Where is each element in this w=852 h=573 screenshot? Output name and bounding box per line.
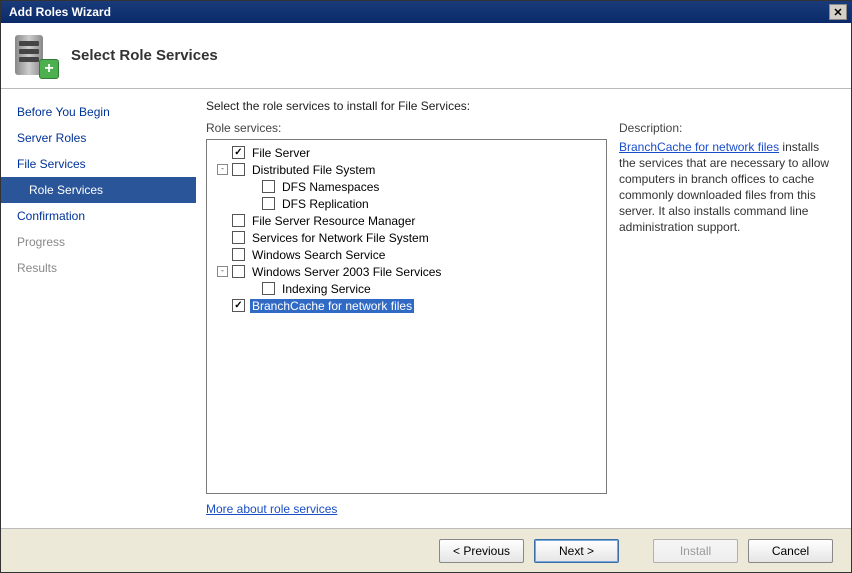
close-icon[interactable]: ✕ (829, 4, 847, 20)
titlebar: Add Roles Wizard ✕ (1, 1, 851, 23)
description-text: BranchCache for network files installs t… (619, 139, 837, 235)
tree-node-label[interactable]: File Server (250, 146, 312, 160)
description-body: installs the services that are necessary… (619, 140, 829, 234)
sidebar-step[interactable]: Role Services (1, 177, 196, 203)
previous-button[interactable]: < Previous (439, 539, 524, 563)
checkbox[interactable] (232, 299, 245, 312)
description-label: Description: (619, 121, 837, 135)
wizard-header: + Select Role Services (1, 23, 851, 89)
next-button[interactable]: Next > (534, 539, 619, 563)
tree-node[interactable]: File Server Resource Manager (209, 212, 604, 229)
tree-node[interactable]: Services for Network File System (209, 229, 604, 246)
checkbox[interactable] (232, 214, 245, 227)
install-button: Install (653, 539, 738, 563)
tree-node[interactable]: DFS Replication (209, 195, 604, 212)
sidebar-step[interactable]: File Services (1, 151, 196, 177)
steps-sidebar: Before You BeginServer RolesFile Service… (1, 89, 196, 528)
tree-node[interactable]: - Windows Server 2003 File Services (209, 263, 604, 280)
tree-node[interactable]: File Server (209, 144, 604, 161)
tree-node-label[interactable]: DFS Replication (280, 197, 371, 211)
role-services-column: Role services: File Server - Distributed F… (206, 121, 607, 522)
add-roles-wizard-window: Add Roles Wizard ✕ + Select Role Service… (0, 0, 852, 573)
tree-node-label[interactable]: Windows Search Service (250, 248, 387, 262)
page-title: Select Role Services (71, 47, 218, 64)
main-panel: Select the role services to install for … (196, 89, 851, 528)
checkbox[interactable] (232, 231, 245, 244)
tree-node[interactable]: - Distributed File System (209, 161, 604, 178)
sidebar-step[interactable]: Results (1, 255, 196, 281)
tree-node-label[interactable]: File Server Resource Manager (250, 214, 417, 228)
expander-icon[interactable]: - (217, 164, 228, 175)
role-services-label: Role services: (206, 121, 607, 135)
expander-icon[interactable]: - (217, 266, 228, 277)
instruction-text: Select the role services to install for … (206, 99, 837, 113)
tree-node-label[interactable]: Indexing Service (280, 282, 373, 296)
checkbox[interactable] (232, 163, 245, 176)
checkbox[interactable] (262, 180, 275, 193)
tree-node[interactable]: Indexing Service (209, 280, 604, 297)
role-services-tree[interactable]: File Server - Distributed File System DFS N… (206, 139, 607, 494)
tree-node[interactable]: Windows Search Service (209, 246, 604, 263)
sidebar-step[interactable]: Server Roles (1, 125, 196, 151)
tree-node-label[interactable]: Windows Server 2003 File Services (250, 265, 443, 279)
content-columns: Role services: File Server - Distributed F… (206, 121, 837, 522)
wizard-footer: < Previous Next > Install Cancel (1, 528, 851, 572)
checkbox[interactable] (232, 248, 245, 261)
tree-node-label[interactable]: Distributed File System (250, 163, 377, 177)
window-title: Add Roles Wizard (5, 5, 829, 19)
tree-node-label[interactable]: Services for Network File System (250, 231, 431, 245)
sidebar-step[interactable]: Confirmation (1, 203, 196, 229)
tree-node[interactable]: BranchCache for network files (209, 297, 604, 314)
sidebar-step[interactable]: Progress (1, 229, 196, 255)
server-plus-icon: + (15, 35, 57, 77)
checkbox[interactable] (232, 265, 245, 278)
checkbox[interactable] (262, 282, 275, 295)
checkbox[interactable] (232, 146, 245, 159)
description-column: Description: BranchCache for network fil… (619, 121, 837, 522)
cancel-button[interactable]: Cancel (748, 539, 833, 563)
checkbox[interactable] (262, 197, 275, 210)
tree-node-label[interactable]: DFS Namespaces (280, 180, 381, 194)
description-link[interactable]: BranchCache for network files (619, 140, 779, 154)
wizard-body: Before You BeginServer RolesFile Service… (1, 89, 851, 528)
more-about-link[interactable]: More about role services (206, 502, 607, 522)
tree-node[interactable]: DFS Namespaces (209, 178, 604, 195)
tree-node-label[interactable]: BranchCache for network files (250, 299, 414, 313)
sidebar-step[interactable]: Before You Begin (1, 99, 196, 125)
